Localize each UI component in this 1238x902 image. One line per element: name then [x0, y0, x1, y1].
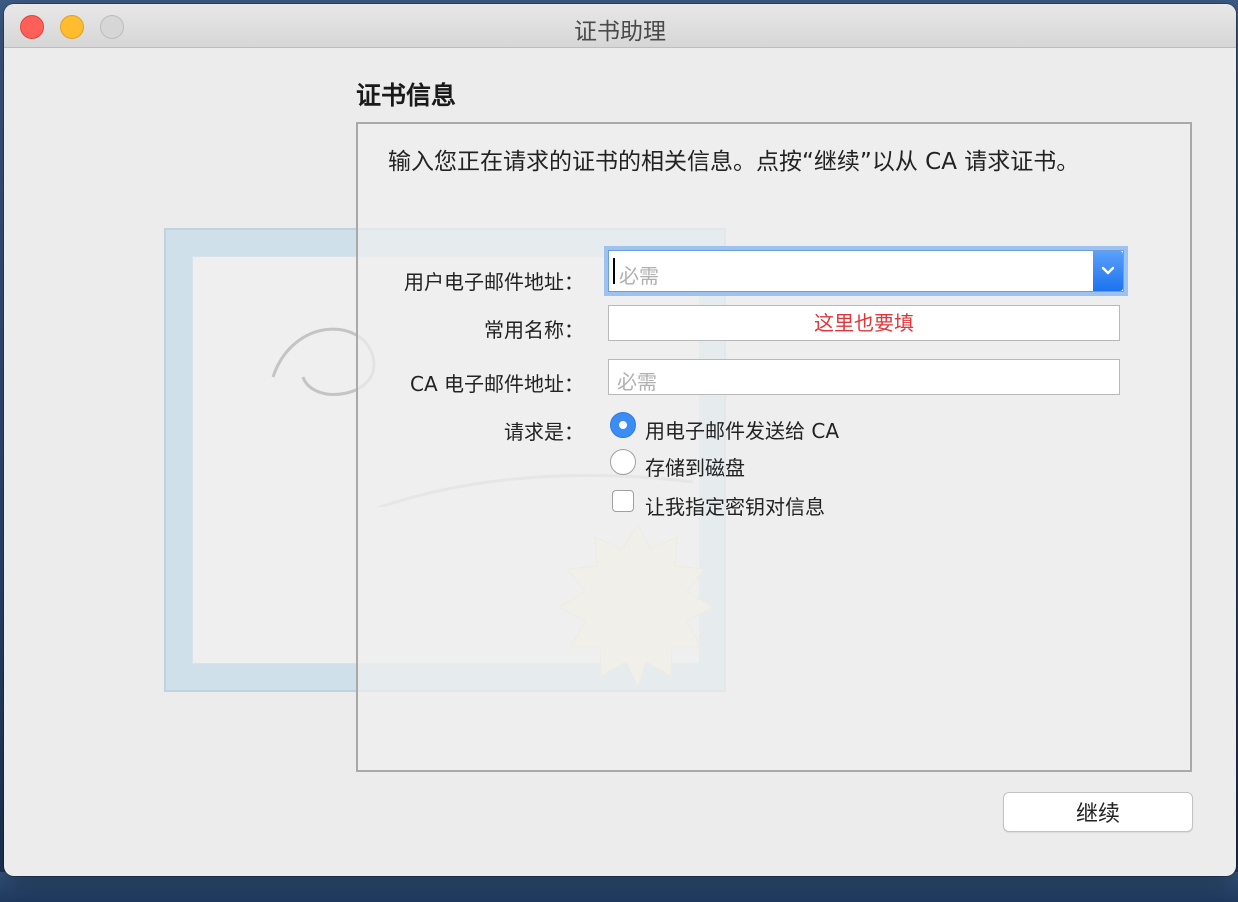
text-caret [613, 258, 615, 284]
form-panel [356, 122, 1192, 772]
request-label: 请求是： [504, 420, 584, 444]
continue-button[interactable]: 继续 [1003, 792, 1193, 832]
common-name-value: 这里也要填 [814, 311, 914, 335]
email-field[interactable]: 必需 [608, 250, 1124, 292]
description-text: 输入您正在请求的证书的相关信息。点按“继续”以从 CA 请求证书。 [388, 149, 1080, 175]
section-title: 证书信息 [356, 81, 457, 110]
titlebar: 证书助理 [4, 4, 1236, 48]
save-to-disk-radio[interactable] [610, 449, 636, 475]
chevron-down-icon [1101, 266, 1115, 275]
email-label: 用户电子邮件地址： [404, 270, 584, 294]
common-name-label: 常用名称： [484, 318, 584, 342]
ca-email-placeholder: 必需 [617, 370, 657, 394]
window-title: 证书助理 [574, 19, 666, 45]
desktop-background [0, 872, 1238, 902]
email-to-ca-label[interactable]: 用电子邮件发送给 CA [645, 415, 839, 444]
email-dropdown-button[interactable] [1093, 251, 1123, 291]
email-placeholder: 必需 [619, 264, 659, 288]
common-name-field[interactable]: 这里也要填 [608, 305, 1120, 341]
save-to-disk-label[interactable]: 存储到磁盘 [645, 452, 745, 481]
ca-email-label: CA 电子邮件地址： [409, 372, 584, 396]
key-pair-label[interactable]: 让我指定密钥对信息 [645, 491, 825, 520]
key-pair-checkbox[interactable] [612, 490, 634, 512]
ca-email-field[interactable]: 必需 [608, 359, 1120, 395]
email-to-ca-radio[interactable] [610, 412, 636, 438]
